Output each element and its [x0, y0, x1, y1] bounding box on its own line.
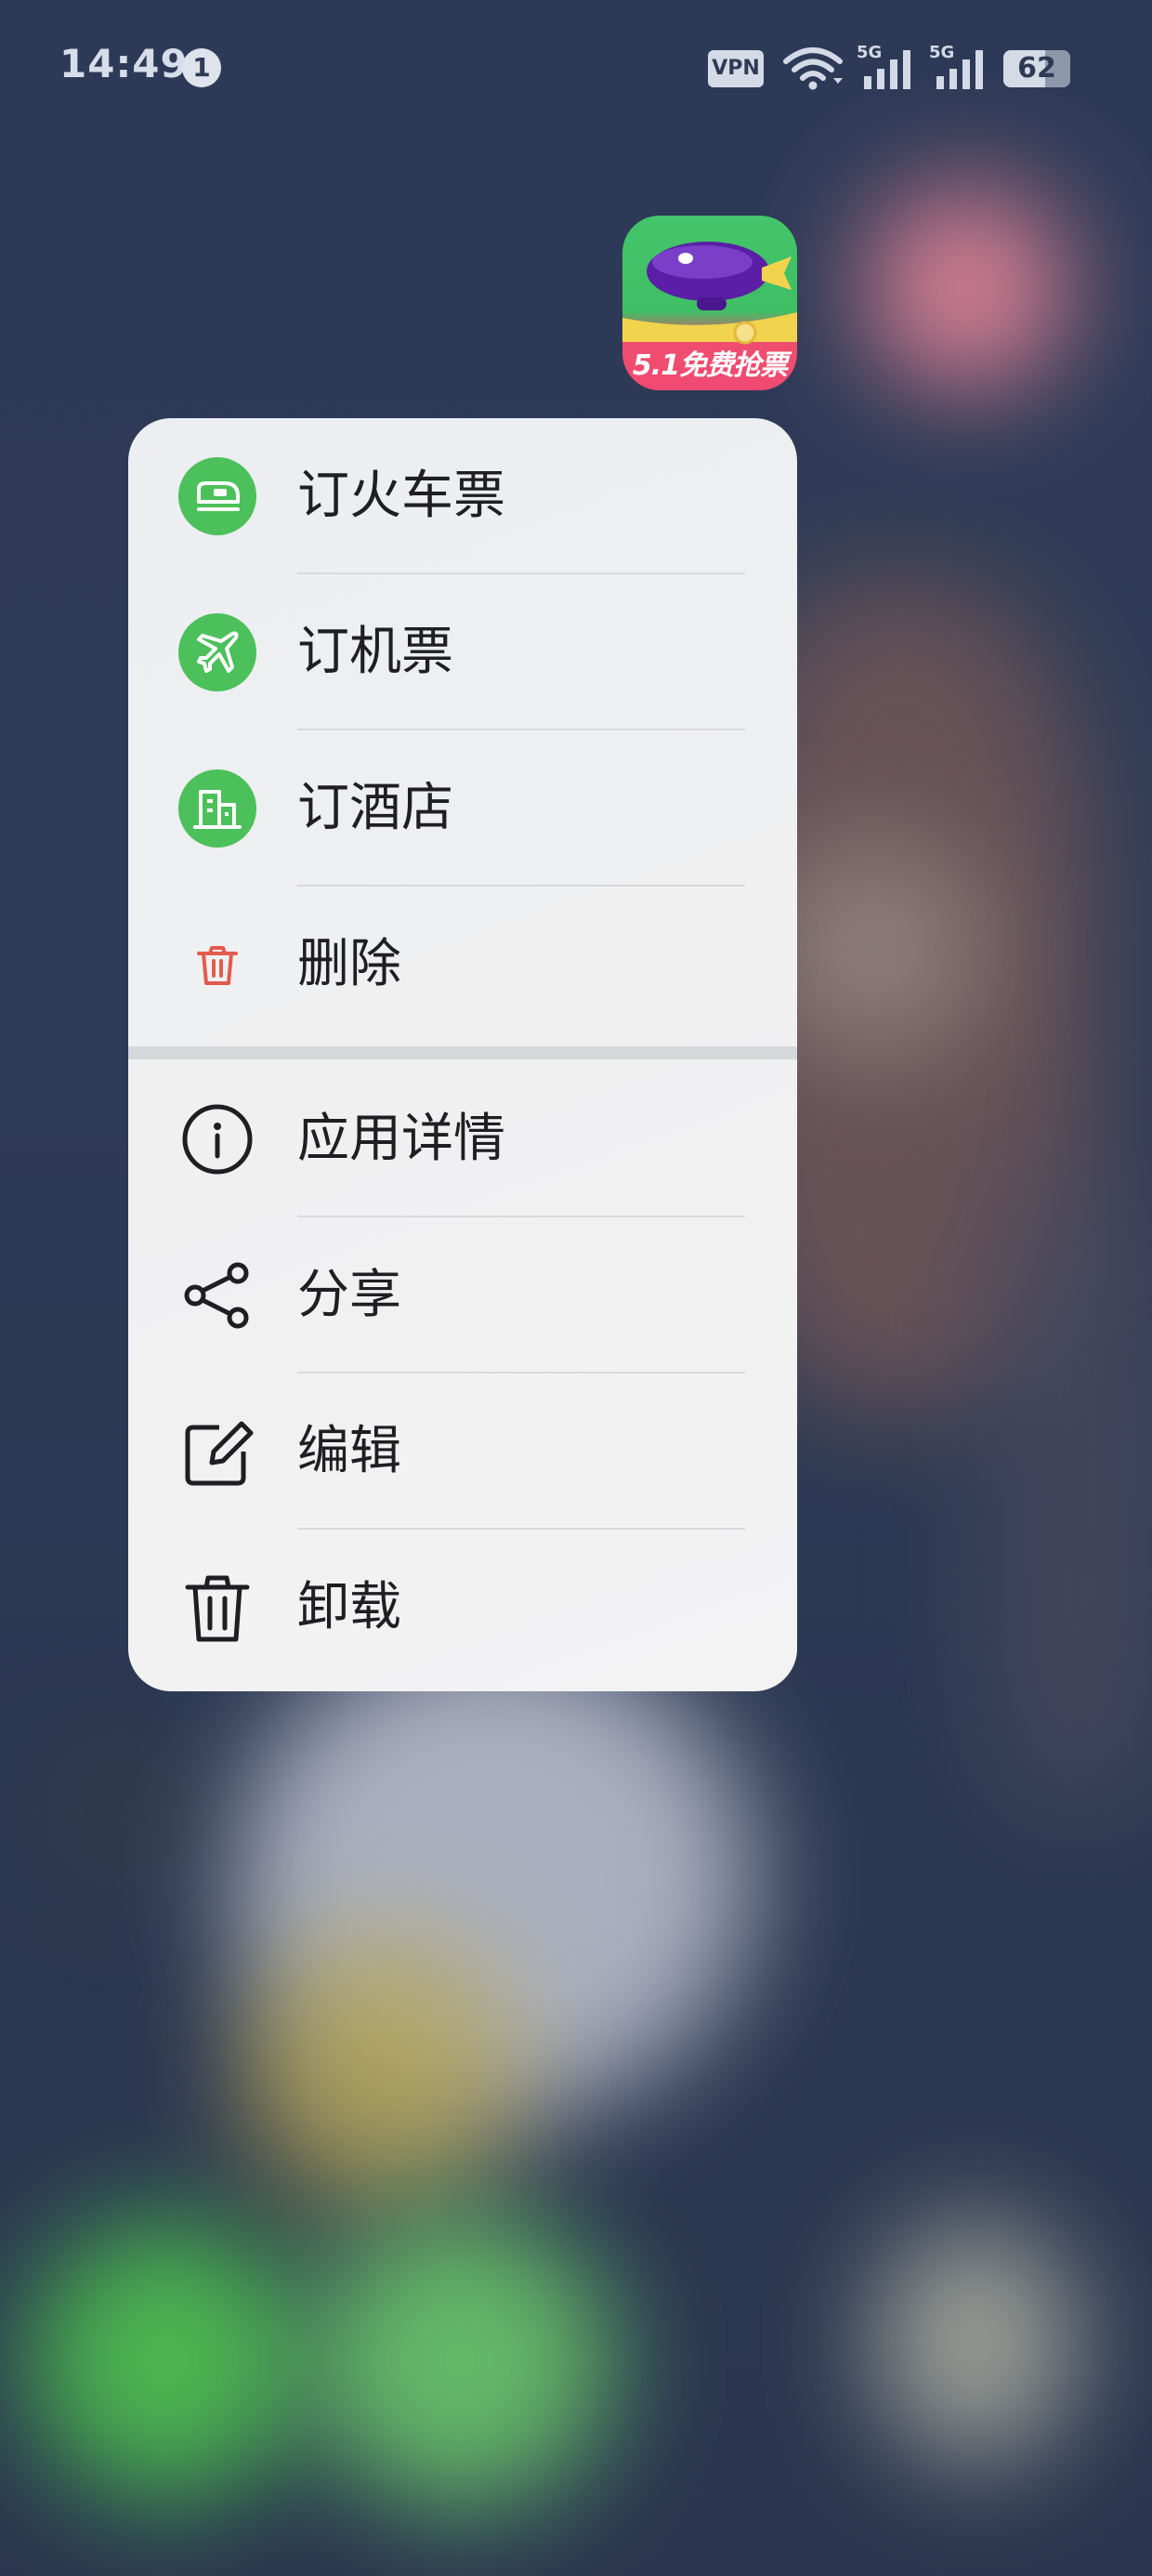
- uninstall-button[interactable]: 卸载: [128, 1530, 797, 1686]
- edit-icon: [185, 1421, 254, 1486]
- notification-count-badge: 1: [182, 48, 221, 87]
- app-actions-group: 应用详情 分享 编辑 卸载: [128, 1061, 797, 1686]
- app-promo-banner: 5.1免费抢票: [632, 349, 788, 382]
- share-button[interactable]: 分享: [128, 1217, 797, 1373]
- shortcut-book-hotel[interactable]: 订酒店: [128, 730, 797, 887]
- shortcut-label: 订火车票: [297, 466, 505, 526]
- signal-strength-icon-1: [864, 50, 910, 89]
- battery-level: 62: [1017, 52, 1056, 85]
- status-bar: 14:49 1 VPN 5G 5G 62: [0, 0, 1152, 139]
- uninstall-trash-icon: [185, 1575, 250, 1642]
- shortcut-book-train[interactable]: 订火车票: [128, 418, 797, 574]
- app-info-button[interactable]: 应用详情: [128, 1061, 797, 1217]
- app-info-label: 应用详情: [297, 1109, 505, 1169]
- uninstall-label: 卸载: [297, 1577, 401, 1637]
- app-icon[interactable]: 5.1免费抢票: [622, 216, 797, 390]
- section-divider: [128, 1046, 797, 1059]
- share-label: 分享: [297, 1265, 401, 1325]
- edit-button[interactable]: 编辑: [128, 1373, 797, 1530]
- battery-icon: 62: [1003, 50, 1070, 87]
- app-shortcuts-group: 订火车票 订机票 订酒店 删除: [128, 418, 797, 1043]
- app-context-menu: 订火车票 订机票 订酒店 删除 应用详情 分享 编辑 卸载: [128, 418, 797, 1691]
- shortcut-book-flight[interactable]: 订机票: [128, 574, 797, 730]
- clock: 14:49: [59, 41, 189, 86]
- share-icon: [184, 1262, 249, 1329]
- shortcut-label: 订机票: [297, 622, 453, 682]
- trash-icon: [197, 946, 238, 985]
- remove-icon-button[interactable]: 删除: [128, 887, 797, 1043]
- remove-label: 删除: [297, 934, 401, 994]
- signal-strength-icon-2: [936, 50, 983, 89]
- shortcut-label: 订酒店: [297, 778, 453, 838]
- info-icon: [182, 1104, 253, 1175]
- edit-label: 编辑: [297, 1421, 401, 1481]
- wifi-icon: [783, 47, 843, 90]
- train-icon: [197, 481, 240, 511]
- hotel-building-icon: [193, 790, 242, 829]
- vpn-icon: VPN: [708, 50, 764, 87]
- airplane-icon: [197, 631, 239, 673]
